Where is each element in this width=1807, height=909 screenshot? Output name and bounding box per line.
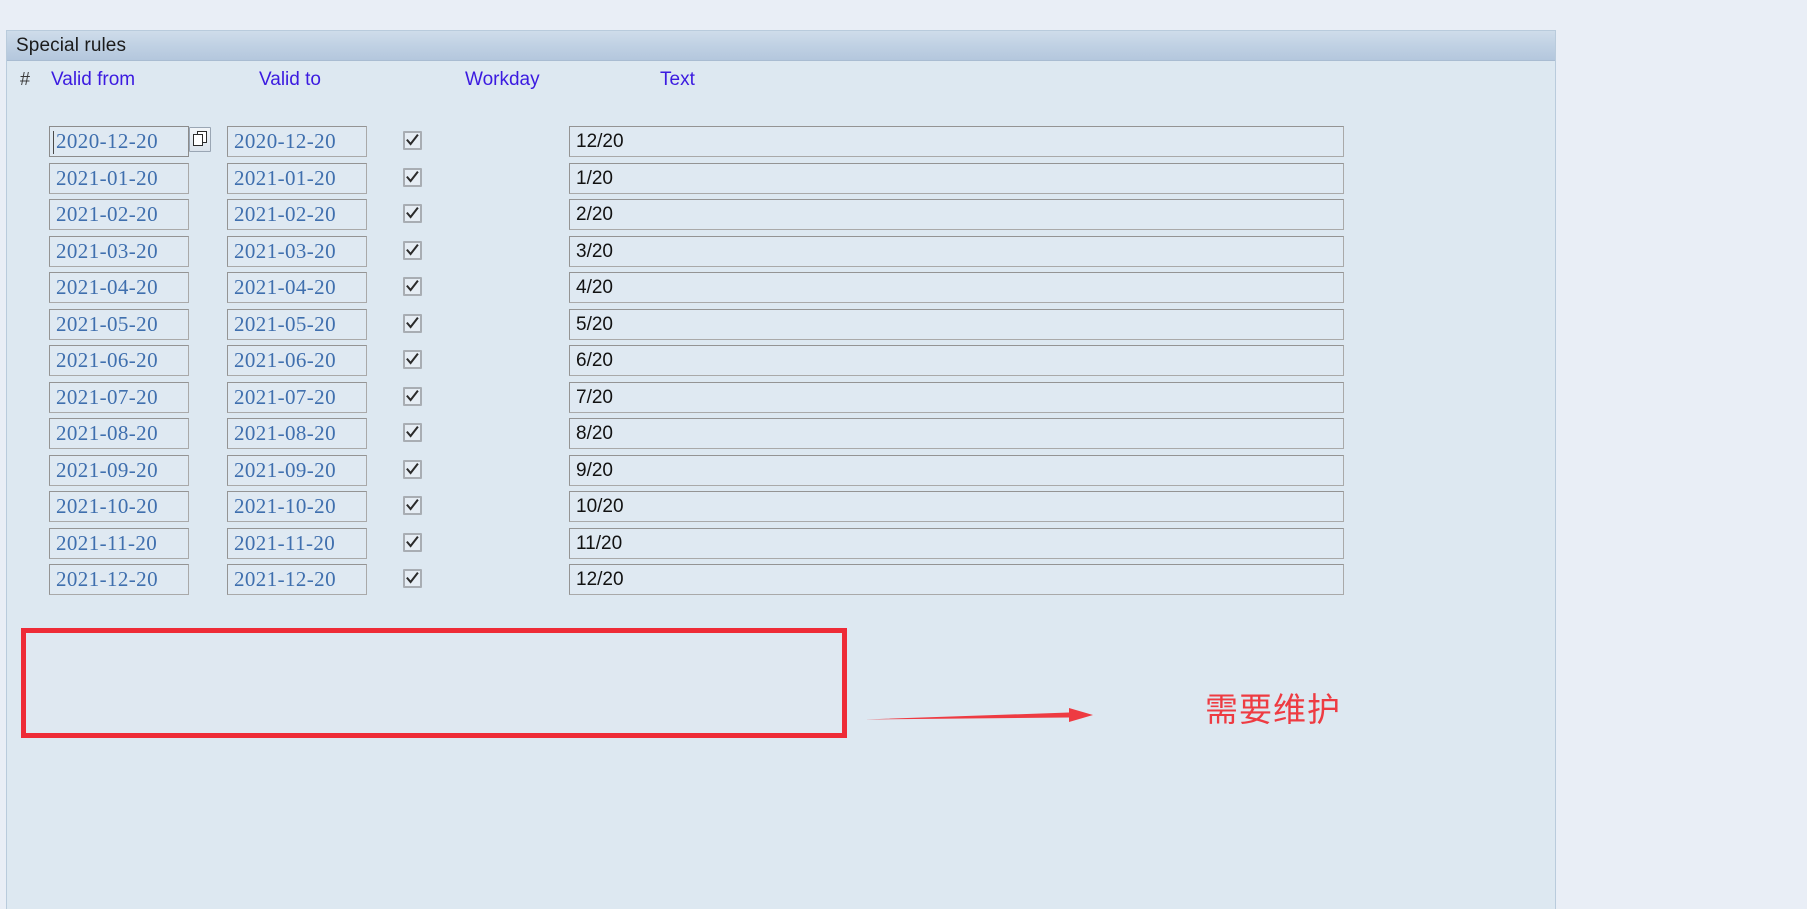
rule-text-input[interactable]: 3/20 <box>569 235 1344 267</box>
valid-from-input[interactable]: 2021-04-20 <box>49 272 189 303</box>
checkmark-icon <box>406 316 419 329</box>
table-row: 2021-04-20 2021-04-20 4/20 <box>7 271 1555 308</box>
checkmark-icon <box>406 426 419 438</box>
valid-to-input[interactable]: 2021-08-20 <box>227 418 367 449</box>
valid-from-input[interactable]: 2021-01-20 <box>49 162 189 194</box>
checkmark-icon <box>406 389 419 402</box>
copy-pages-icon <box>193 131 207 146</box>
rule-text-input[interactable]: 2/20 <box>569 199 1344 230</box>
valid-from-input[interactable]: 2021-05-20 <box>49 308 189 340</box>
special-rules-rows: 2020-12-20 2020-12-20 12/20 2021-01-20 2021-… <box>7 125 1555 600</box>
rule-text-input[interactable]: 8/20 <box>569 418 1344 449</box>
column-header-valid-to[interactable]: Valid to <box>259 69 321 91</box>
valid-from-input[interactable]: 2021-06-20 <box>49 345 189 376</box>
workday-checkbox[interactable] <box>403 532 422 552</box>
checkmark-icon <box>406 462 419 475</box>
checkmark-icon <box>406 170 419 183</box>
valid-from-input[interactable]: 2021-03-20 <box>49 235 189 267</box>
valid-to-input[interactable]: 2021-01-20 <box>227 162 367 194</box>
table-row: 2021-05-20 2021-05-20 5/20 <box>7 308 1555 345</box>
rule-text-input[interactable]: 4/20 <box>569 272 1344 303</box>
valid-from-input[interactable]: 2021-02-20 <box>49 199 189 230</box>
checkmark-icon <box>406 243 419 256</box>
rule-text-input[interactable]: 9/20 <box>569 454 1344 486</box>
valid-to-input[interactable]: 2021-12-20 <box>227 564 367 595</box>
workday-checkbox[interactable] <box>403 459 422 479</box>
workday-checkbox[interactable] <box>403 350 422 369</box>
checkmark-icon <box>406 207 419 219</box>
workday-checkbox[interactable] <box>403 386 422 406</box>
text-caret <box>53 131 54 154</box>
valid-to-input[interactable]: 2020-12-20 <box>227 126 367 157</box>
rule-text-input[interactable]: 10/20 <box>569 491 1344 522</box>
valid-to-input[interactable]: 2021-11-20 <box>227 527 367 559</box>
valid-to-input[interactable]: 2021-04-20 <box>227 272 367 303</box>
workday-checkbox[interactable] <box>403 313 422 333</box>
value-help-picker-button[interactable] <box>189 127 211 152</box>
table-row: 2021-01-20 2021-01-20 1/20 <box>7 162 1555 199</box>
checkmark-icon <box>406 134 419 146</box>
table-column-headers: # Valid from Valid to Workday Text <box>7 61 1555 103</box>
rule-text-input[interactable]: 1/20 <box>569 162 1344 194</box>
checkmark-icon <box>406 499 419 511</box>
checkmark-icon <box>406 535 419 548</box>
workday-checkbox[interactable] <box>403 204 422 223</box>
valid-to-input[interactable]: 2021-05-20 <box>227 308 367 340</box>
right-arrow-icon <box>865 708 1093 722</box>
valid-from-input[interactable]: 2021-10-20 <box>49 491 189 522</box>
rule-text-input[interactable]: 12/20 <box>569 126 1344 157</box>
workday-checkbox[interactable] <box>403 496 422 515</box>
panel-title: Special rules <box>16 34 127 56</box>
valid-to-input[interactable]: 2021-03-20 <box>227 235 367 267</box>
workday-checkbox[interactable] <box>403 240 422 260</box>
valid-from-input[interactable]: 2021-11-20 <box>49 527 189 559</box>
table-row: 2021-11-20 2021-11-20 11/20 <box>7 527 1555 564</box>
rule-text-input[interactable]: 5/20 <box>569 308 1344 340</box>
column-header-text[interactable]: Text <box>660 69 695 91</box>
annotation-label: 需要维护 <box>1205 690 1341 729</box>
workday-checkbox[interactable] <box>403 131 422 150</box>
valid-from-input[interactable]: 2020-12-20 <box>49 126 189 157</box>
valid-to-input[interactable]: 2021-10-20 <box>227 491 367 522</box>
table-row: 2021-03-20 2021-03-20 3/20 <box>7 235 1555 272</box>
checkmark-icon <box>406 353 419 365</box>
valid-from-input[interactable]: 2021-12-20 <box>49 564 189 595</box>
valid-from-input[interactable]: 2021-09-20 <box>49 454 189 486</box>
column-header-valid-from[interactable]: Valid from <box>51 69 135 91</box>
workday-checkbox[interactable] <box>403 569 422 588</box>
panel-title-bar: Special rules <box>7 31 1555 61</box>
checkmark-icon <box>406 280 419 292</box>
valid-to-input[interactable]: 2021-07-20 <box>227 381 367 413</box>
valid-to-input[interactable]: 2021-09-20 <box>227 454 367 486</box>
table-row: 2021-07-20 2021-07-20 7/20 <box>7 381 1555 418</box>
annotation-highlight-box <box>21 628 847 738</box>
column-header-workday[interactable]: Workday <box>465 69 540 91</box>
table-row: 2021-12-20 2021-12-20 12/20 <box>7 563 1555 600</box>
column-header-index: # <box>20 69 31 89</box>
workday-checkbox[interactable] <box>403 423 422 442</box>
table-row: 2021-09-20 2021-09-20 9/20 <box>7 454 1555 491</box>
special-rules-panel: Special rules # Valid from Valid to Work… <box>6 30 1556 909</box>
valid-to-input[interactable]: 2021-02-20 <box>227 199 367 230</box>
table-row: 2021-08-20 2021-08-20 8/20 <box>7 417 1555 454</box>
rule-text-input[interactable]: 11/20 <box>569 527 1344 559</box>
valid-from-input[interactable]: 2021-07-20 <box>49 381 189 413</box>
rule-text-input[interactable]: 12/20 <box>569 564 1344 595</box>
table-row: 2021-02-20 2021-02-20 2/20 <box>7 198 1555 235</box>
rule-text-input[interactable]: 7/20 <box>569 381 1344 413</box>
table-row: 2020-12-20 2020-12-20 12/20 <box>7 125 1555 162</box>
workday-checkbox[interactable] <box>403 277 422 296</box>
checkmark-icon <box>406 572 419 584</box>
valid-from-input[interactable]: 2021-08-20 <box>49 418 189 449</box>
table-row: 2021-10-20 2021-10-20 10/20 <box>7 490 1555 527</box>
workday-checkbox[interactable] <box>403 167 422 187</box>
table-row: 2021-06-20 2021-06-20 6/20 <box>7 344 1555 381</box>
valid-to-input[interactable]: 2021-06-20 <box>227 345 367 376</box>
rule-text-input[interactable]: 6/20 <box>569 345 1344 376</box>
